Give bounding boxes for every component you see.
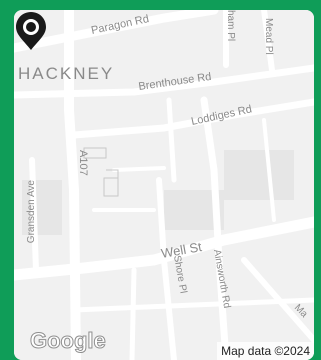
map-card-frame: Paragon Rd Brenthouse Rd Loddiges Rd A10… [0,0,321,360]
map-roads: Paragon Rd Brenthouse Rd Loddiges Rd A10… [14,10,314,360]
google-logo[interactable]: Google [30,328,107,354]
district-label: HACKNEY [18,64,115,83]
street-label-a107: A107 [77,150,89,176]
map-attribution[interactable]: Map data ©2024 [217,342,314,360]
map-view[interactable]: Paragon Rd Brenthouse Rd Loddiges Rd A10… [14,10,314,360]
street-label-ham: ham Pl [225,10,236,41]
location-pin-icon[interactable] [14,10,48,52]
street-label-mead: Mead Pl [263,18,274,55]
street-label-gransden: Gransden Ave [26,180,37,244]
